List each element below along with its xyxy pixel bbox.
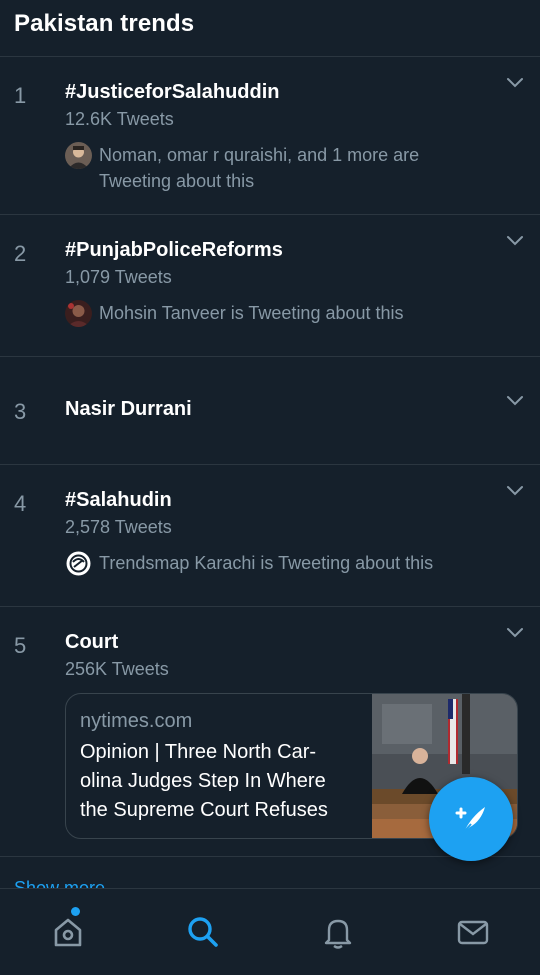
trend-context: Noman, omar r quraishi, and 1 more are T… (65, 142, 500, 194)
trend-rank: 5 (14, 633, 27, 658)
link-title: Opinion | Three North Car- olina Judges … (80, 738, 358, 825)
trend-context-text: Noman, omar r quraishi, and 1 more are T… (99, 142, 419, 194)
nav-home[interactable] (0, 889, 135, 975)
chevron-down-icon[interactable] (506, 395, 524, 407)
nav-search[interactable] (135, 889, 270, 975)
trend-context-text: Mohsin Tanveer is Tweeting about this (99, 303, 404, 323)
link-title-line: Opinion | Three North Car- (80, 741, 317, 763)
trend-item[interactable]: 2 #PunjabPoliceReforms 1,079 Tweets Mohs… (0, 215, 540, 357)
page-header: Pakistan trends (0, 0, 540, 57)
chevron-down-icon[interactable] (506, 485, 524, 497)
new-content-dot (71, 907, 80, 916)
trend-tweet-count: 1,079 Tweets (65, 267, 172, 287)
show-more-link[interactable]: Show more (14, 870, 105, 888)
messages-icon (457, 920, 488, 945)
home-icon (54, 918, 81, 947)
nav-messages[interactable] (405, 889, 540, 975)
nav-notifications[interactable] (270, 889, 405, 975)
trend-rank: 4 (14, 491, 27, 516)
avatar (65, 550, 92, 577)
bottom-navigation (0, 888, 540, 975)
notifications-icon (324, 919, 351, 949)
trend-name[interactable]: #Salahudin (65, 488, 500, 512)
link-title-line: olina Judges Step In Where (80, 770, 326, 792)
avatar (65, 300, 92, 327)
trend-rank: 2 (14, 241, 27, 266)
trend-name[interactable]: Nasir Durrani (65, 397, 500, 421)
trend-tweet-count: 12.6K Tweets (65, 109, 174, 129)
link-domain: nytimes.com (80, 710, 193, 732)
trend-context-text: Trendsmap Karachi is Tweeting about this (99, 553, 434, 573)
trend-rank: 1 (14, 83, 27, 108)
chevron-down-icon[interactable] (506, 77, 524, 89)
trend-context: Mohsin Tanveer is Tweeting about this (65, 300, 500, 327)
chevron-down-icon[interactable] (506, 627, 524, 639)
trend-name[interactable]: Court (65, 630, 500, 654)
trend-item[interactable]: 4 #Salahudin 2,578 Tweets Trendsmap Kara… (0, 465, 540, 607)
trend-name[interactable]: #PunjabPoliceReforms (65, 238, 500, 262)
trend-item[interactable]: 3 Nasir Durrani (0, 357, 540, 465)
compose-tweet-button[interactable] (429, 777, 513, 861)
trend-context: Trendsmap Karachi is Tweeting about this (65, 550, 500, 577)
trend-tweet-count: 256K Tweets (65, 659, 169, 679)
trend-tweet-count: 2,578 Tweets (65, 517, 172, 537)
avatar (65, 142, 92, 169)
context-line: Noman, omar r quraishi, and 1 more are (99, 145, 420, 165)
context-line: Tweeting about this (99, 171, 255, 191)
search-icon (187, 917, 218, 947)
compose-feather-icon (455, 807, 485, 834)
chevron-down-icon[interactable] (506, 235, 524, 247)
trend-rank: 3 (14, 399, 27, 424)
link-title-line: the Supreme Court Refuses (80, 799, 328, 821)
trend-name[interactable]: #JusticeforSalahuddin (65, 80, 500, 104)
trend-item[interactable]: 1 #JusticeforSalahuddin 12.6K Tweets Nom… (0, 57, 540, 215)
page-title: Pakistan trends (14, 10, 195, 37)
link-preview-text: nytimes.com Opinion | Three North Car- o… (66, 694, 372, 838)
